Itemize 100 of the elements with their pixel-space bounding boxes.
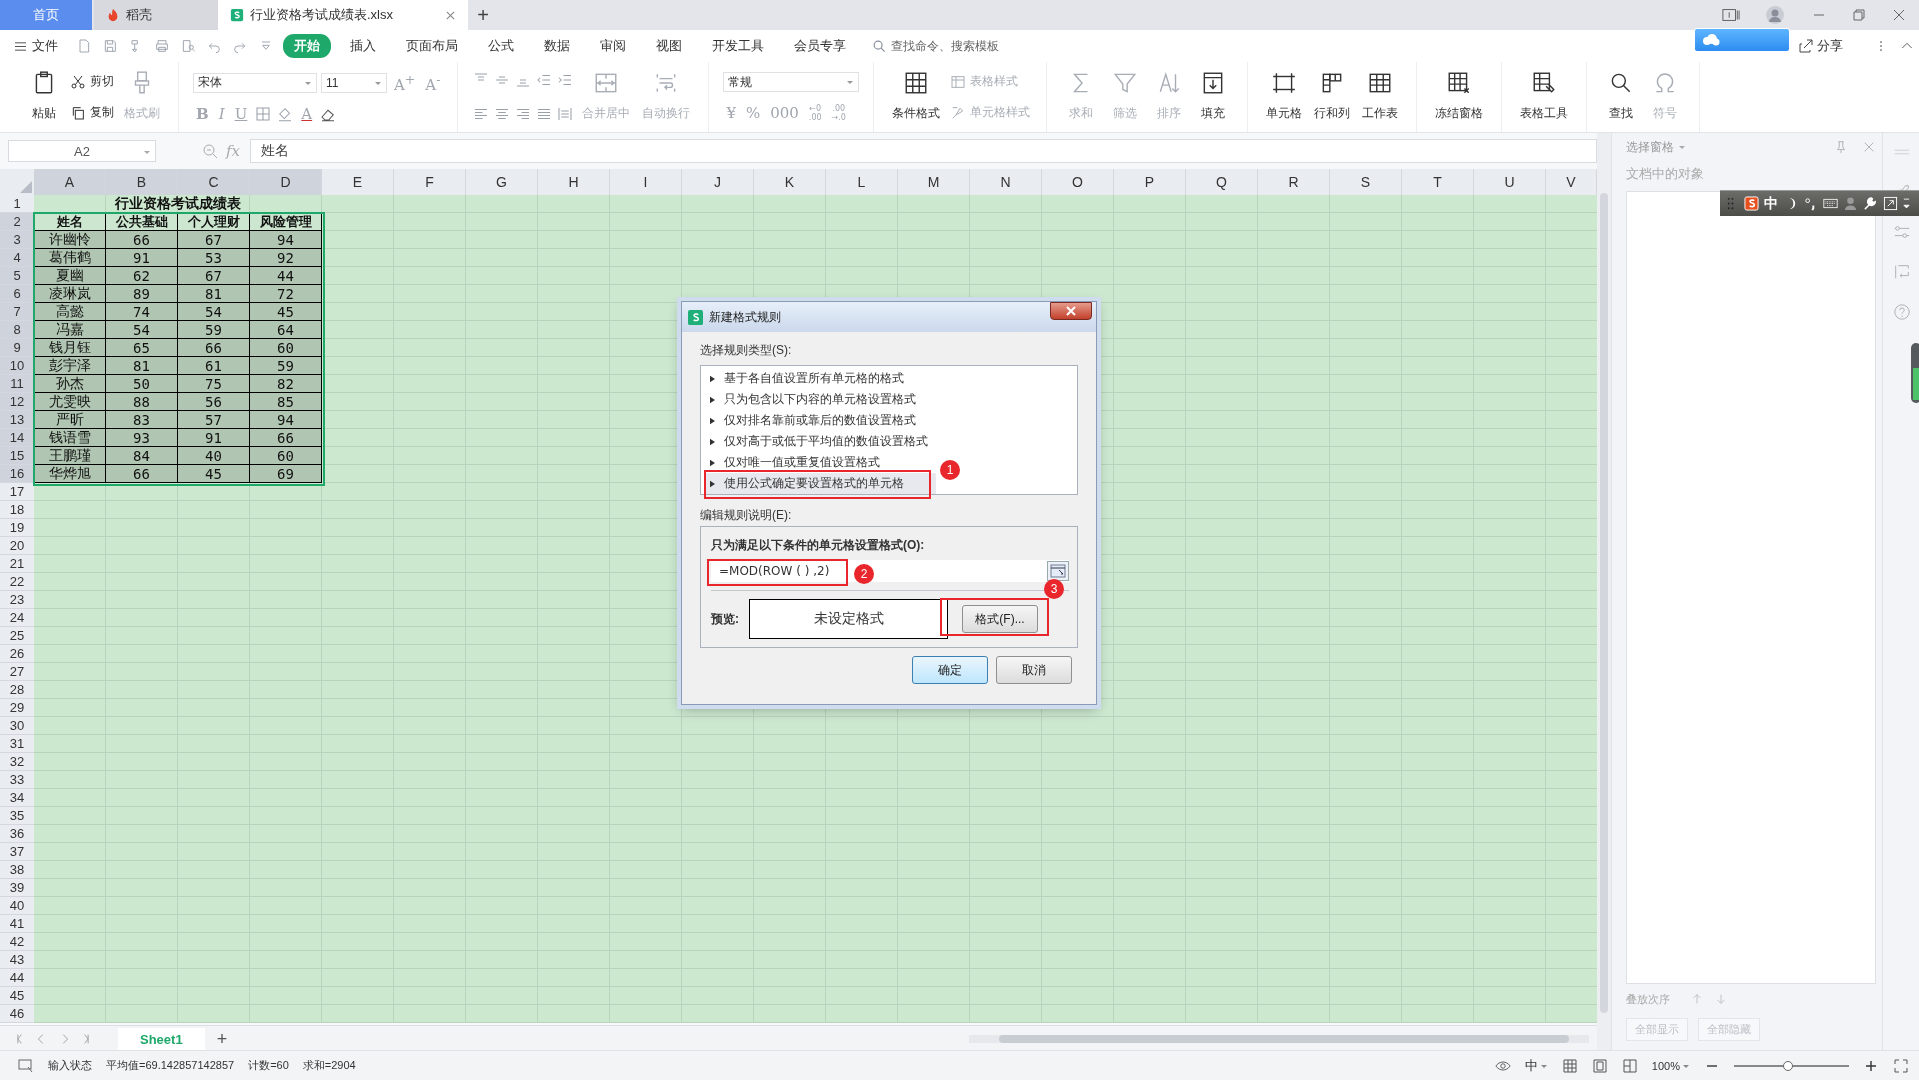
ribbon-button[interactable]: 行和列 [1310,66,1355,128]
row-header[interactable]: 27 [0,663,34,681]
avatar-icon[interactable] [1765,5,1785,25]
row-header[interactable]: 21 [0,555,34,573]
zoom-icon[interactable] [202,143,218,159]
column-header[interactable]: U [1474,169,1546,195]
column-header[interactable]: O [1042,169,1114,195]
fullscreen-icon[interactable] [1893,1057,1909,1074]
file-menu[interactable]: 文件 [14,37,58,55]
input-mode-label[interactable]: 中 [1764,194,1778,213]
row-header[interactable]: 11 [0,375,34,393]
row-header[interactable]: 5 [0,267,34,285]
column-header[interactable]: E [322,169,394,195]
page-count-icon[interactable] [1722,7,1740,23]
row-header[interactable]: 29 [0,699,34,717]
menu-tab[interactable]: 审阅 [589,34,637,58]
ribbon-button[interactable]: 表格工具 [1516,66,1573,128]
column-header[interactable]: J [682,169,754,195]
ribbon-button[interactable]: 填充 [1193,66,1234,128]
row-header[interactable]: 38 [0,861,34,879]
row-header[interactable]: 35 [0,807,34,825]
command-search-field[interactable]: 查找命令、搜索模板 [872,38,1023,54]
row-header[interactable]: 12 [0,393,34,411]
upload-button[interactable] [1694,28,1790,52]
column-header[interactable]: D [250,169,322,195]
row-header[interactable]: 15 [0,447,34,465]
ribbon-button[interactable]: 剪切 [68,71,116,92]
row-header[interactable]: 44 [0,969,34,987]
rule-type-item[interactable]: 仅对排名靠前或靠后的数值设置格式 [704,410,936,431]
save-icon[interactable] [102,38,118,54]
input-logo-icon[interactable] [1744,196,1759,211]
print-preview-icon[interactable] [180,38,196,54]
column-header[interactable]: T [1402,169,1474,195]
page-break-icon[interactable] [1621,1057,1638,1074]
transfer-icon[interactable] [1893,263,1911,281]
ribbon-button[interactable]: 条件格式 [888,66,945,128]
menu-tab[interactable]: 视图 [645,34,693,58]
row-header[interactable]: 6 [0,285,34,303]
row-header[interactable]: 23 [0,591,34,609]
row-header[interactable]: 22 [0,573,34,591]
font-size-select[interactable]: 11 [321,72,387,93]
document-tab[interactable]: 行业资格考试成绩表.xlsx [218,0,468,30]
ribbon-button[interactable]: 冻结窗格 [1431,66,1488,128]
row-header[interactable]: 16 [0,465,34,483]
input-mode-menu[interactable]: 中 [1524,1056,1538,1075]
name-box[interactable]: A2 [8,140,156,162]
column-header[interactable]: S [1330,169,1402,195]
column-header[interactable]: K [754,169,826,195]
row-header[interactable]: 33 [0,771,34,789]
row-header[interactable]: 31 [0,735,34,753]
column-header[interactable]: I [610,169,682,195]
row-header[interactable]: 10 [0,357,34,375]
row-header[interactable]: 20 [0,537,34,555]
row-header[interactable]: 7 [0,303,34,321]
row-header[interactable]: 46 [0,1005,34,1023]
page-layout-icon[interactable] [1591,1057,1608,1074]
column-header[interactable]: N [970,169,1042,195]
sliders-icon[interactable] [1893,223,1911,241]
menu-tab[interactable]: 页面布局 [395,34,469,58]
zoom-slider-thumb[interactable] [1783,1060,1794,1071]
font-select[interactable]: 宋体 [193,72,317,93]
menu-tab[interactable]: 数据 [533,34,581,58]
row-header[interactable]: 34 [0,789,34,807]
row-header[interactable]: 42 [0,933,34,951]
row-header[interactable]: 26 [0,645,34,663]
ribbon-button[interactable]: 查找 [1601,66,1642,128]
row-header[interactable]: 25 [0,627,34,645]
column-header[interactable]: H [538,169,610,195]
column-header[interactable]: C [178,169,250,195]
row-header[interactable]: 45 [0,987,34,1005]
column-header[interactable]: R [1258,169,1330,195]
align-icon[interactable] [556,105,575,123]
dropdown-icon[interactable] [1903,196,1910,211]
ribbon-button[interactable]: 粘贴 [24,66,64,128]
row-header[interactable]: 2 [0,213,34,231]
row-header[interactable]: 17 [0,483,34,501]
column-header[interactable]: V [1546,169,1597,195]
range-picker-button[interactable] [1047,561,1069,581]
external-icon[interactable] [1883,196,1898,211]
row-header[interactable]: 36 [0,825,34,843]
row-header[interactable]: 39 [0,879,34,897]
normal-view-icon[interactable] [1561,1057,1578,1074]
formula-field[interactable]: 姓名 [250,139,1597,163]
row-header[interactable]: 24 [0,609,34,627]
rule-type-item[interactable]: 仅对唯一值或重复值设置格式 [704,452,936,473]
row-header[interactable]: 32 [0,753,34,771]
memory-widget[interactable] [1911,343,1919,403]
rule-type-item[interactable]: 只为包含以下内容的单元格设置格式 [704,389,936,410]
row-header[interactable]: 41 [0,915,34,933]
close-icon[interactable] [1862,140,1876,154]
ok-button[interactable]: 确定 [912,656,988,684]
row-header[interactable]: 1 [0,195,34,213]
close-icon[interactable] [445,9,456,21]
column-header[interactable]: B [106,169,178,195]
column-header[interactable]: A [34,169,106,195]
menu-tab[interactable]: 会员专享 [783,34,857,58]
document-tab[interactable]: 稻壳 [94,0,218,30]
cancel-button[interactable]: 取消 [996,656,1072,684]
menu-tab[interactable]: 公式 [477,34,525,58]
column-header[interactable]: P [1114,169,1186,195]
